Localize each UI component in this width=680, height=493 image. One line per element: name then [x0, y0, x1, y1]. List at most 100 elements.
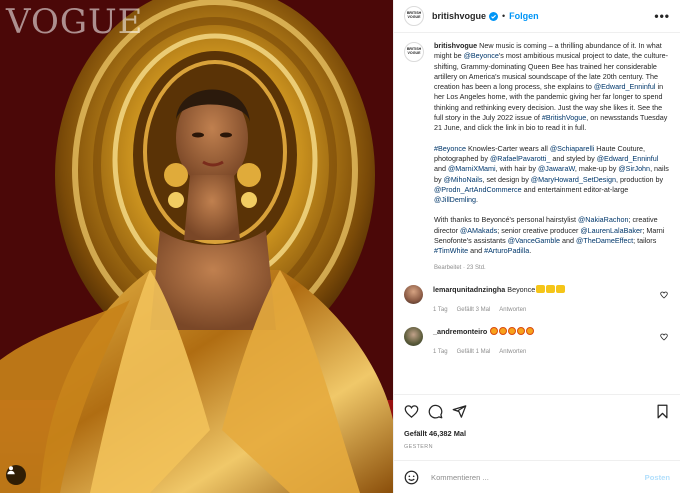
reply-button[interactable]: Antworten	[499, 307, 526, 313]
caption-text-segment: and	[560, 236, 577, 246]
caption-text-segment: , production by	[616, 174, 664, 184]
mention-link[interactable]: @Edward_Enninful	[597, 154, 659, 163]
header-username[interactable]: britishvogue	[432, 11, 486, 21]
caption-text-segment: ; tailors	[633, 236, 657, 246]
post-side-panel: BRITISH VOGUE britishvogue • Folgen ••• …	[393, 0, 680, 493]
comment-row: _andremonteiro 1 Tag Gefällt 1 Mal Antwort…	[404, 326, 670, 357]
mention-link[interactable]: @Schiaparelli	[550, 144, 594, 153]
likes-count[interactable]: Gefällt 46,382 Mal	[404, 429, 670, 438]
mention-link[interactable]: @MihoNails	[444, 175, 483, 184]
comment-likes[interactable]: Gefällt 3 Mal	[457, 307, 491, 313]
comment-like-heart-icon[interactable]	[660, 333, 668, 341]
comment-meta: 1 Tag Gefällt 3 Mal Antworten	[433, 305, 670, 315]
caption-username[interactable]: britishvogue	[434, 41, 477, 50]
mention-link[interactable]: @SirJohn	[618, 164, 650, 173]
more-options-icon[interactable]: •••	[654, 9, 670, 23]
comment-bar: Posten	[394, 460, 680, 493]
emoji-picker-icon[interactable]	[404, 470, 419, 485]
caption-text: britishvogue New music is coming – a thr…	[434, 41, 670, 257]
photo-illustration	[0, 0, 393, 493]
comment-body: _andremonteiro 1 Tag Gefällt 1 Mal Antwort…	[433, 326, 670, 357]
heart-eyes-emoji-icon	[526, 326, 535, 335]
mention-link[interactable]: @Edward_Enninful	[594, 82, 656, 91]
mention-link[interactable]: @AMakads	[460, 226, 497, 235]
emoji-icon	[556, 284, 566, 293]
post-date[interactable]: GESTERN	[404, 444, 670, 450]
caption-paragraph: britishvogue New music is coming – a thr…	[434, 41, 670, 134]
caption-paragraph: With thanks to Beyoncé's personal hairst…	[434, 215, 670, 256]
comment-text: Beyonce	[507, 284, 536, 294]
hashtag-link[interactable]: #ArturoPadilla	[484, 246, 529, 255]
comment-username[interactable]: _andremonteiro	[433, 327, 487, 336]
comments-area[interactable]: BRITISH VOGUE britishvogue New music is …	[394, 33, 680, 394]
follow-button[interactable]: Folgen	[509, 11, 539, 21]
caption-text-segment: and styled by	[550, 153, 597, 163]
caption-text-segment: and	[434, 164, 448, 174]
edited-timestamp: Bearbeitet · 23 Std.	[434, 264, 486, 271]
avatar-text: BRITISH VOGUE	[406, 11, 422, 19]
caption-text-segment: and entertainment editor-at-large	[521, 184, 629, 194]
emoji-icon	[536, 284, 546, 293]
comment-row: lemarqunitadnzingha Beyonce 1 Tag Gefällt …	[404, 284, 670, 315]
caption-text-segment: .	[476, 195, 479, 205]
comment-list: lemarqunitadnzingha Beyonce 1 Tag Gefällt …	[404, 284, 670, 357]
separator-dot: •	[502, 11, 506, 21]
comment-icon[interactable]	[428, 404, 443, 419]
post-comment-button[interactable]: Posten	[645, 473, 670, 482]
caption-avatar[interactable]: BRITISH VOGUE	[404, 42, 424, 62]
comment-body: lemarqunitadnzingha Beyonce 1 Tag Gefällt …	[433, 284, 670, 315]
mention-link[interactable]: @JillDemling	[434, 195, 476, 204]
caption: BRITISH VOGUE britishvogue New music is …	[404, 41, 670, 273]
avatar-text: BRITISH VOGUE	[406, 47, 422, 55]
actions-bar: Gefällt 46,382 Mal GESTERN	[394, 394, 680, 460]
hashtag-link[interactable]: #TimWhite	[434, 246, 468, 255]
caption-paragraph: #Beyonce Knowles-Carter wears all @Schia…	[434, 144, 670, 206]
heart-icon[interactable]	[404, 404, 419, 419]
verified-badge-icon	[489, 11, 499, 21]
person-tag-icon[interactable]	[6, 465, 26, 485]
mention-link[interactable]: @MaryHoward_SetDesign	[531, 175, 616, 184]
commenter-avatar[interactable]	[404, 326, 423, 346]
save-icon[interactable]	[655, 404, 670, 419]
post-header: BRITISH VOGUE britishvogue • Folgen •••	[394, 0, 680, 33]
hashtag-link[interactable]: #BritishVogue	[542, 113, 586, 122]
share-icon[interactable]	[452, 404, 467, 419]
heart-eyes-emoji-icon	[508, 326, 517, 335]
mention-link[interactable]: @NakiaRachon	[578, 215, 628, 224]
action-icons	[404, 403, 670, 419]
mention-link[interactable]: @Prodn_ArtAndCommerce	[434, 185, 522, 194]
vogue-wordmark: VOGUE	[6, 2, 144, 42]
comment-likes[interactable]: Gefällt 1 Mal	[457, 349, 491, 355]
avatar[interactable]: BRITISH VOGUE	[404, 6, 424, 26]
commenter-avatar[interactable]	[404, 284, 423, 304]
comment-time: 1 Tag	[433, 348, 448, 355]
mention-link[interactable]: @MarniXMami	[448, 164, 496, 173]
caption-text-segment: .	[529, 246, 532, 256]
caption-text-segment: ; senior creative producer	[497, 225, 581, 235]
heart-eyes-emoji-icon	[499, 326, 508, 335]
heart-eyes-emoji-icon	[517, 326, 526, 335]
comment-time: 1 Tag	[433, 306, 448, 313]
mention-link[interactable]: @LaurenLalaBaker	[580, 226, 642, 235]
caption-text-segment: With thanks to Beyoncé's personal hairst…	[434, 215, 578, 225]
mention-link[interactable]: @TheDameEffect	[576, 236, 633, 245]
mention-link[interactable]: @Beyonce	[464, 51, 499, 60]
mention-link[interactable]: @VanceGamble	[508, 236, 560, 245]
caption-text-segment: , make-up by	[574, 164, 619, 174]
post-photo[interactable]: VOGUE	[0, 0, 393, 493]
caption-text-segment: , set design by	[482, 174, 531, 184]
emoji-icon	[546, 284, 556, 293]
comment-username[interactable]: lemarqunitadnzingha	[433, 285, 505, 294]
reply-button[interactable]: Antworten	[499, 349, 526, 355]
caption-text-segment: Knowles-Carter wears all	[465, 143, 550, 153]
heart-eyes-emoji-icon	[490, 326, 499, 335]
caption-text-segment: and	[468, 246, 485, 256]
caption-text-segment: , with hair by	[495, 164, 538, 174]
mention-link[interactable]: @JawaraW	[538, 164, 575, 173]
hashtag-link[interactable]: #Beyonce	[434, 144, 466, 153]
comment-meta: 1 Tag Gefällt 1 Mal Antworten	[433, 347, 670, 357]
mention-link[interactable]: @RafaelPavarotti_	[490, 154, 550, 163]
comment-input[interactable]	[431, 472, 645, 482]
caption-body: britishvogue New music is coming – a thr…	[434, 41, 670, 273]
comment-like-heart-icon[interactable]	[660, 291, 668, 299]
